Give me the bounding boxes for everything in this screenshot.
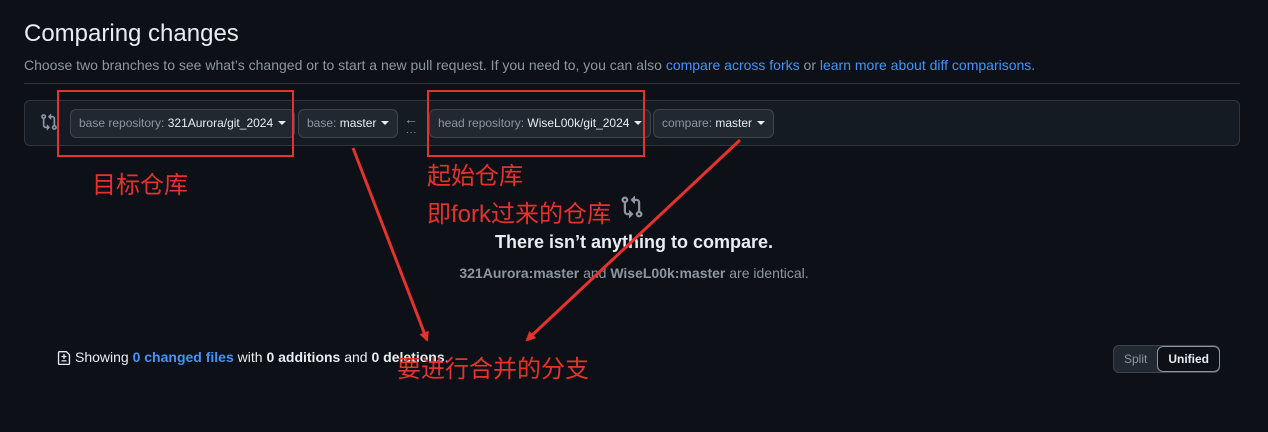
compare-branch-select[interactable]: compare: master <box>653 109 775 138</box>
compare-across-forks-link[interactable]: compare across forks <box>666 57 800 73</box>
changed-files-link[interactable]: 0 changed files <box>133 349 234 365</box>
base-branch-select[interactable]: base: master <box>298 109 399 138</box>
annotation-box-base-repo <box>57 90 294 157</box>
learn-more-link[interactable]: learn more about diff comparisons <box>820 57 1031 73</box>
annotation-branches: 要进行合并的分支 <box>397 356 589 383</box>
blankslate-description: 321Aurora:master and WiseL00k:master are… <box>0 265 1268 281</box>
unified-view-button[interactable]: Unified <box>1157 346 1221 372</box>
compare-branch-value: master <box>715 116 753 130</box>
header-divider <box>24 83 1240 84</box>
base-branch-value: master <box>339 116 377 130</box>
page-title: Comparing changes <box>24 20 239 47</box>
additions-count: 0 additions <box>266 349 341 365</box>
caret-down-icon <box>381 120 390 125</box>
subtitle-text: Choose two branches to see what’s change… <box>24 57 666 73</box>
diff-view-toggle: Split Unified <box>1113 345 1221 373</box>
base-branch-label: base: <box>307 116 340 130</box>
annotation-source-repo: 起始仓库 <box>427 163 523 190</box>
file-diff-icon <box>57 351 71 365</box>
annotation-fork-repo: 即fork过来的仓库 <box>427 201 612 228</box>
diff-summary: Showing 0 changed files with 0 additions… <box>57 349 449 365</box>
showing-text: Showing <box>75 349 133 365</box>
caret-down-icon <box>757 120 766 125</box>
subtitle-or: or <box>799 57 820 73</box>
split-view-button[interactable]: Split <box>1114 346 1157 372</box>
with-text: with <box>233 349 267 365</box>
base-ref: 321Aurora:master <box>459 265 580 281</box>
git-compare-icon <box>41 113 57 131</box>
page-subtitle: Choose two branches to see what’s change… <box>24 56 1240 74</box>
annotation-box-head-repo <box>427 90 645 157</box>
subtitle-period: . <box>1031 57 1036 73</box>
identical-text: are identical. <box>725 265 809 281</box>
head-ref: WiseL00k:master <box>610 265 726 281</box>
annotation-target-repo: 目标仓库 <box>92 172 188 199</box>
and-text: and <box>340 349 372 365</box>
blankslate-title: There isn’t anything to compare. <box>494 232 774 252</box>
and-text: and <box>579 265 611 281</box>
compare-branch-label: compare: <box>662 116 716 130</box>
git-compare-icon <box>621 195 643 219</box>
page-header: Comparing changes Choose two branches to… <box>24 20 1240 74</box>
range-dots: ... <box>406 125 418 136</box>
